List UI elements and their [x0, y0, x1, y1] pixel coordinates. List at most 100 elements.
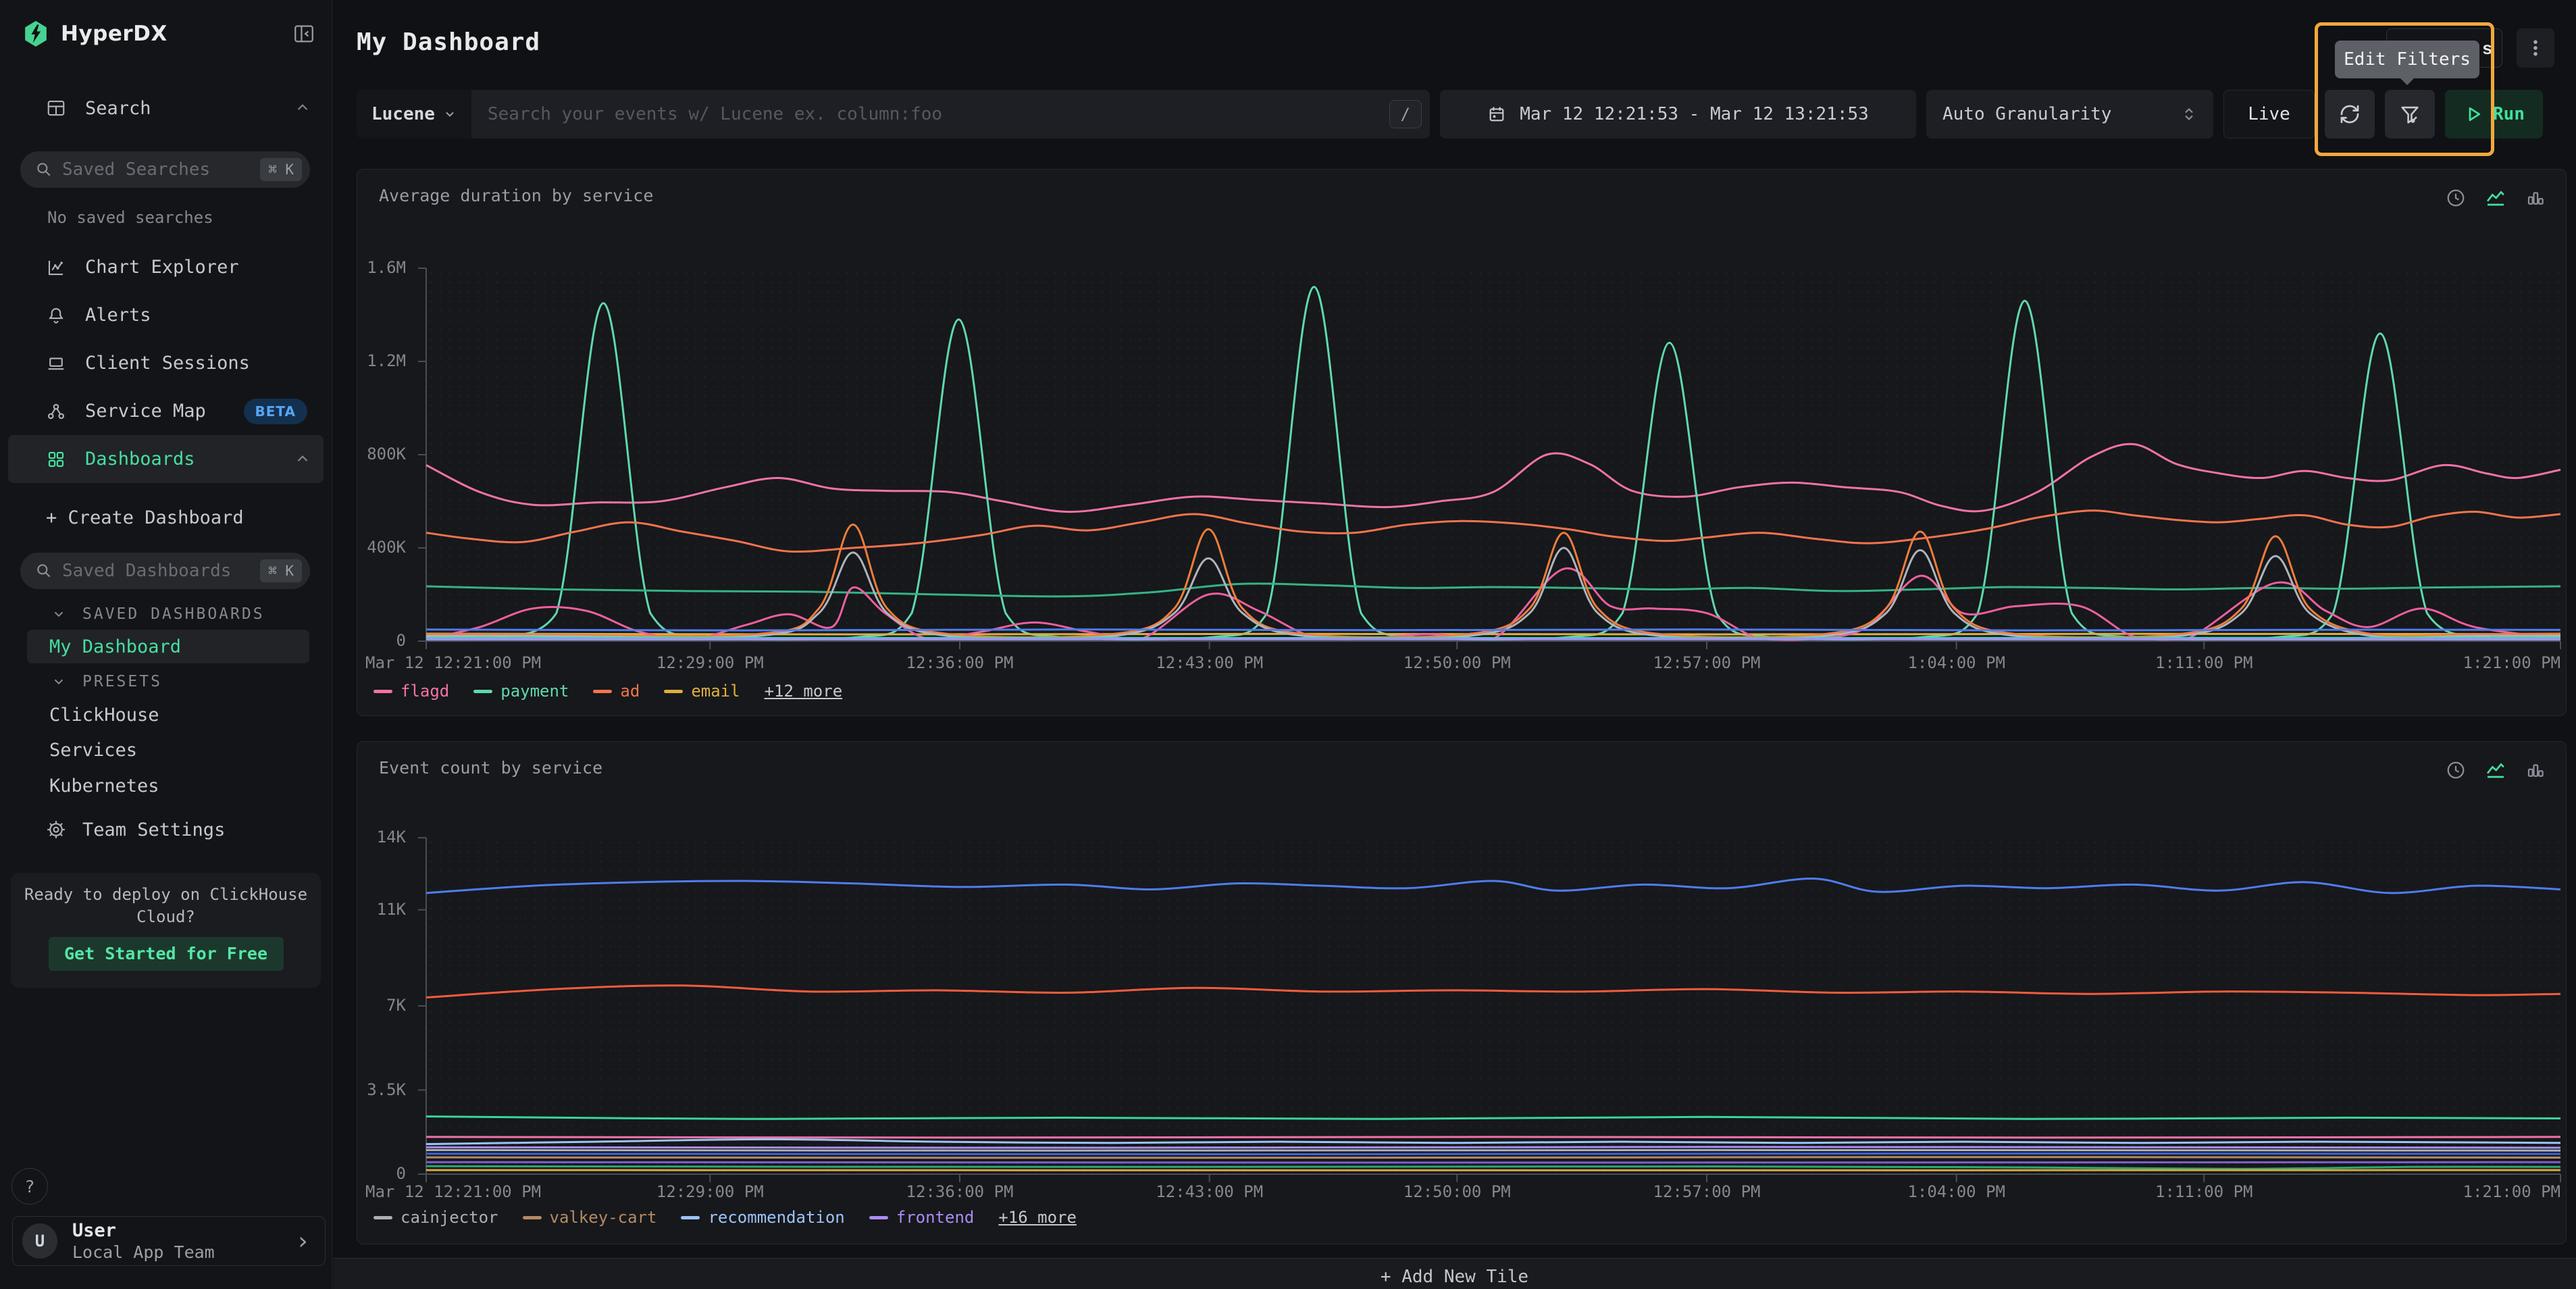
x-axis-label: 12:50:00 PM: [1403, 1182, 1511, 1201]
legend-label: frontend: [896, 1208, 975, 1227]
x-axis-labels: Mar 12 12:21:00 PM12:29:00 PM12:36:00 PM…: [357, 1182, 2566, 1204]
add-new-tile-button[interactable]: + Add New Tile: [333, 1258, 2576, 1289]
legend-item-email[interactable]: email: [664, 682, 740, 701]
sidebar-item-services[interactable]: Services: [27, 733, 309, 767]
query-language-value: Lucene: [371, 104, 435, 124]
sidebar-item-label: Team Settings: [82, 819, 225, 840]
sidebar-item-team-settings[interactable]: Team Settings: [46, 813, 225, 846]
x-axis-label: 1:04:00 PM: [1907, 1182, 2005, 1201]
calendar-icon: [1487, 105, 1506, 124]
user-team: Local App Team: [72, 1242, 215, 1262]
x-axis-label: 1:11:00 PM: [2155, 653, 2253, 672]
refresh-button[interactable]: [2325, 90, 2375, 138]
x-axis-label: 12:29:00 PM: [656, 653, 764, 672]
y-axis-label: 400K: [357, 538, 406, 557]
create-dashboard-button[interactable]: + Create Dashboard: [46, 494, 244, 542]
no-saved-searches-text: No saved searches: [47, 208, 213, 227]
sidebar-item-client-sessions[interactable]: Client Sessions: [0, 339, 332, 387]
saved-searches-input[interactable]: Saved Searches ⌘ K: [20, 151, 310, 188]
chart-plot[interactable]: [413, 268, 2560, 652]
series-unnamed-green2: [426, 1166, 2560, 1169]
legend-more-link[interactable]: +16 more: [998, 1208, 1077, 1227]
dashboards-icon: [46, 449, 66, 470]
legend-label: flagd: [401, 682, 449, 701]
sidebar-item-chart-explorer[interactable]: Chart Explorer: [0, 243, 332, 291]
avatar: U: [22, 1223, 57, 1259]
legend-item-flagd[interactable]: flagd: [373, 682, 449, 701]
legend-swatch: [593, 690, 612, 693]
kebab-menu-icon: [2525, 38, 2546, 58]
live-button[interactable]: Live: [2223, 90, 2315, 138]
section-label: SAVED DASHBOARDS: [82, 605, 265, 623]
sidebar-item-dashboards[interactable]: Dashboards: [8, 435, 324, 483]
x-axis-label: 12:36:00 PM: [906, 653, 1014, 672]
sidebar-item-label: Dashboards: [85, 449, 195, 470]
series-frontend: [426, 1147, 2560, 1148]
get-started-button[interactable]: Get Started for Free: [49, 937, 284, 971]
series-unnamed-purple2: [426, 1162, 2560, 1163]
y-axis-label: 14K: [357, 828, 406, 846]
legend-item-recommendation[interactable]: recommendation: [681, 1208, 844, 1227]
bar-chart-icon[interactable]: [2525, 188, 2546, 208]
user-menu[interactable]: U User Local App Team ›: [12, 1216, 326, 1266]
event-search-bar[interactable]: Lucene Search your events w/ Lucene ex. …: [357, 90, 1430, 138]
sidebar-item-kubernetes[interactable]: Kubernetes: [27, 769, 309, 803]
tile-toolbar: [2446, 187, 2546, 209]
time-range-picker[interactable]: Mar 12 12:21:53 - Mar 12 13:21:53: [1440, 90, 1916, 138]
cloud-card-text-line1: Ready to deploy on ClickHouse: [11, 884, 321, 906]
dashboard-menu-button[interactable]: [2517, 28, 2554, 68]
presets-section[interactable]: PRESETS: [51, 673, 162, 690]
sidebar-item-search[interactable]: Search: [46, 91, 311, 126]
saved-dashboards-input[interactable]: Saved Dashboards ⌘ K: [20, 553, 310, 589]
slash-shortcut-badge: /: [1389, 100, 1422, 128]
query-language-select[interactable]: Lucene: [357, 90, 471, 138]
legend-item-payment[interactable]: payment: [473, 682, 569, 701]
granularity-value: Auto Granularity: [1942, 104, 2111, 124]
bar-chart-icon[interactable]: [2525, 760, 2546, 780]
chevron-right-icon: ›: [295, 1228, 310, 1255]
sidebar-collapse-icon[interactable]: [292, 22, 315, 45]
chart-plot[interactable]: [413, 838, 2560, 1185]
page-title: My Dashboard: [357, 28, 540, 56]
sidebar-item-alerts[interactable]: Alerts: [0, 291, 332, 339]
chevron-up-icon[interactable]: [294, 451, 311, 468]
legend-label: ad: [620, 682, 640, 701]
chevron-up-icon[interactable]: [294, 99, 311, 117]
legend-item-cainjector[interactable]: cainjector: [373, 1208, 498, 1227]
series-cainjector: [426, 1150, 2560, 1151]
chevron-down-icon: [51, 607, 66, 622]
x-axis-label: 1:04:00 PM: [1907, 653, 2005, 672]
saved-dashboards-placeholder: Saved Dashboards: [62, 561, 260, 581]
saved-dashboards-section[interactable]: SAVED DASHBOARDS: [51, 605, 265, 623]
legend-item-frontend[interactable]: frontend: [869, 1208, 975, 1227]
granularity-select[interactable]: Auto Granularity: [1926, 90, 2213, 138]
legend-more-link[interactable]: +12 more: [765, 682, 843, 701]
run-button[interactable]: Run: [2445, 90, 2543, 138]
legend-item-valkey-cart[interactable]: valkey-cart: [523, 1208, 657, 1227]
chart-legend: cainjector valkey-cart recommendation front…: [373, 1208, 1077, 1227]
search-icon: [35, 161, 53, 178]
y-axis-label: 7K: [357, 996, 406, 1015]
sidebar-item-clickhouse[interactable]: ClickHouse: [27, 698, 309, 732]
edit-filters-button[interactable]: [2385, 90, 2435, 138]
legend-label: recommendation: [708, 1208, 844, 1227]
x-axis-label: 12:43:00 PM: [1156, 653, 1263, 672]
preset-link-label: Kubernetes: [49, 776, 159, 797]
user-name: User: [72, 1220, 215, 1241]
line-chart-icon[interactable]: [2485, 187, 2506, 209]
hyperdx-logo-icon: [23, 20, 49, 48]
sidebar-item-my-dashboard[interactable]: My Dashboard: [27, 630, 309, 663]
time-settings-icon[interactable]: [2446, 188, 2466, 208]
legend-label: payment: [500, 682, 569, 701]
legend-item-ad[interactable]: ad: [593, 682, 640, 701]
play-icon: [2463, 104, 2483, 124]
legend-swatch: [473, 690, 492, 693]
help-button[interactable]: ?: [11, 1168, 48, 1205]
time-settings-icon[interactable]: [2446, 760, 2466, 780]
saved-searches-placeholder: Saved Searches: [62, 159, 260, 180]
line-chart-icon[interactable]: [2485, 759, 2506, 781]
sidebar-item-service-map[interactable]: Service Map BETA: [0, 387, 332, 435]
tile-title: Average duration by service: [379, 186, 653, 205]
service-map-icon: [46, 401, 66, 422]
y-axis-label: 0: [357, 631, 406, 650]
